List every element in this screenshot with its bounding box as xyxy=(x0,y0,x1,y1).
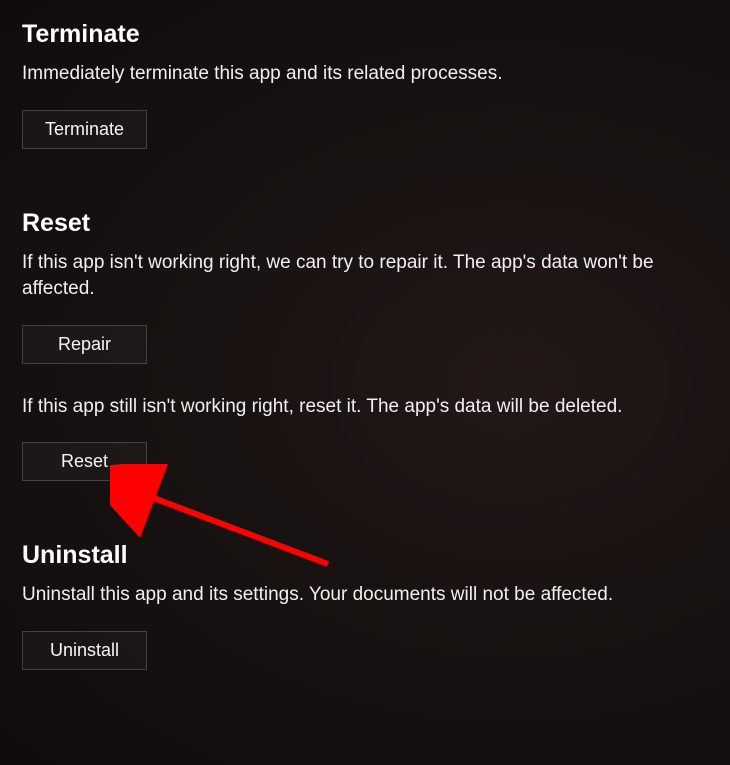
uninstall-button[interactable]: Uninstall xyxy=(22,631,147,670)
reset-desc: If this app still isn't working right, r… xyxy=(22,394,702,421)
uninstall-section: Uninstall Uninstall this app and its set… xyxy=(22,541,708,670)
reset-subsection: If this app still isn't working right, r… xyxy=(22,394,708,482)
reset-section: Reset If this app isn't working right, w… xyxy=(22,209,708,482)
uninstall-desc: Uninstall this app and its settings. You… xyxy=(22,582,702,609)
repair-button[interactable]: Repair xyxy=(22,325,147,364)
reset-button[interactable]: Reset xyxy=(22,442,147,481)
terminate-section: Terminate Immediately terminate this app… xyxy=(22,20,708,149)
uninstall-title: Uninstall xyxy=(22,541,708,570)
terminate-title: Terminate xyxy=(22,20,708,49)
terminate-button[interactable]: Terminate xyxy=(22,110,147,149)
repair-desc: If this app isn't working right, we can … xyxy=(22,250,702,303)
reset-title: Reset xyxy=(22,209,708,238)
terminate-desc: Immediately terminate this app and its r… xyxy=(22,61,702,88)
